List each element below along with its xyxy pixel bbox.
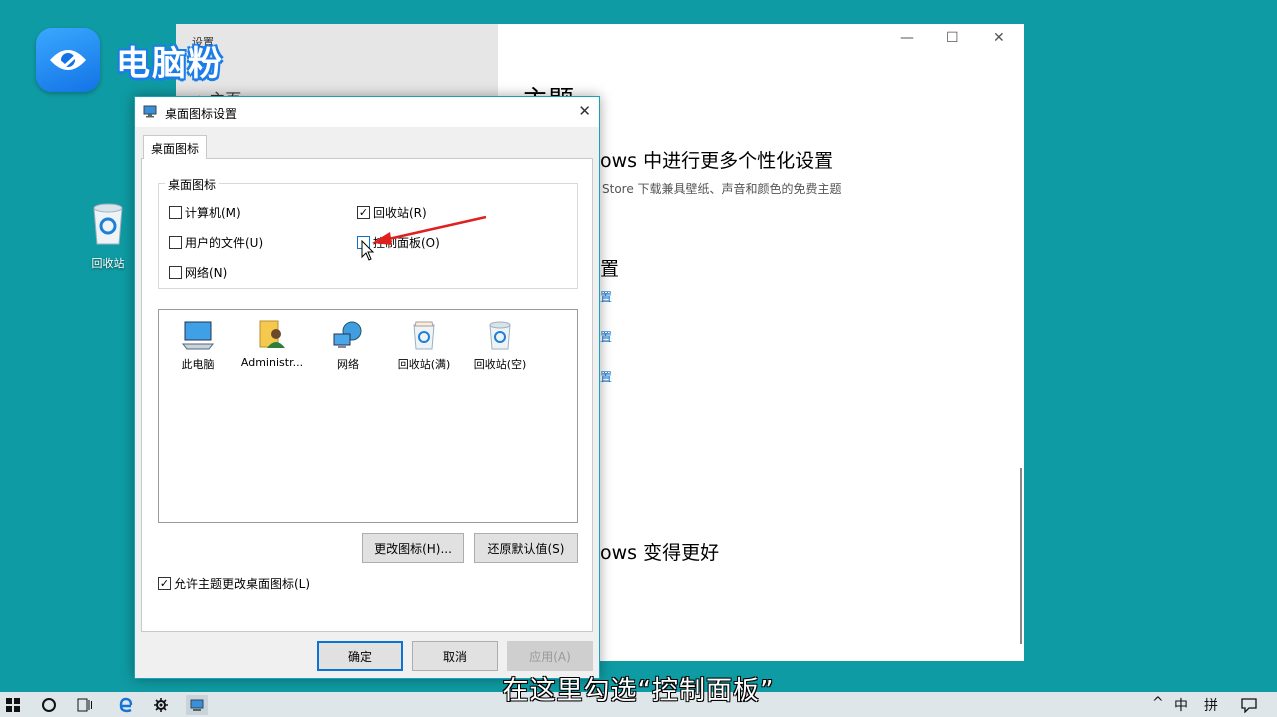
restore-default-button[interactable]: 还原默认值(S) bbox=[474, 533, 578, 563]
apply-button: 应用(A) bbox=[507, 641, 593, 671]
computer-icon bbox=[181, 321, 215, 350]
logo-text: 电脑粉 bbox=[116, 43, 224, 84]
watermark-logo: 电脑粉 bbox=[36, 28, 224, 92]
checkbox-box[interactable] bbox=[169, 206, 182, 219]
tab-desktop-icons[interactable]: 桌面图标 bbox=[143, 135, 208, 159]
checkbox-label: 允许主题更改桌面图标(L) bbox=[174, 577, 311, 591]
section-heading-feedback: ows 变得更好 bbox=[600, 542, 720, 564]
recycle-bin-empty-icon bbox=[489, 321, 511, 350]
list-item[interactable]: Administr... bbox=[237, 314, 307, 369]
scrollbar[interactable] bbox=[1020, 468, 1022, 644]
desktop-icon-label: 回收站 bbox=[91, 257, 125, 270]
desktop-icon-settings-dialog: 桌面图标设置 ✕ 桌面图标 桌面图标 计算机(M) ✓ 回收站(R) 用户的文件… bbox=[134, 96, 600, 679]
dialog-title: 桌面图标设置 bbox=[165, 107, 238, 121]
checkbox-box-checked[interactable]: ✓ bbox=[357, 206, 370, 219]
list-item[interactable]: 回收站(空) bbox=[465, 314, 535, 372]
group-label: 桌面图标 bbox=[165, 176, 220, 193]
related-link-1[interactable]: 置 bbox=[600, 288, 612, 305]
related-link-2[interactable]: 置 bbox=[600, 328, 612, 345]
recycle-bin-icon bbox=[93, 203, 123, 245]
related-link-3[interactable]: 置 bbox=[600, 368, 612, 385]
recycle-bin-full-icon bbox=[413, 321, 435, 350]
checkbox-user-files[interactable]: 用户的文件(U) bbox=[169, 234, 263, 251]
dialog-close-button[interactable]: ✕ bbox=[578, 102, 591, 120]
cancel-button[interactable]: 取消 bbox=[412, 641, 498, 671]
user-folder-icon bbox=[259, 320, 285, 348]
checkbox-allow-themes[interactable]: ✓ 允许主题更改桌面图标(L) bbox=[158, 575, 310, 592]
monitor-icon bbox=[143, 105, 157, 118]
checkbox-box[interactable] bbox=[169, 236, 182, 249]
checkbox-computer[interactable]: 计算机(M) bbox=[169, 204, 241, 221]
icon-caption: 网络 bbox=[337, 358, 359, 371]
change-icon-button[interactable]: 更改图标(H)... bbox=[362, 533, 464, 563]
icon-caption: 此电脑 bbox=[181, 358, 215, 371]
icon-list[interactable]: 此电脑 Administr... 网络 回收站(满) 回收站(空) bbox=[158, 309, 578, 523]
dialog-titlebar[interactable]: 桌面图标设置 ✕ bbox=[135, 97, 599, 127]
list-item[interactable]: 回收站(满) bbox=[389, 314, 459, 372]
ok-button[interactable]: 确定 bbox=[317, 641, 403, 671]
checkbox-label: 计算机(M) bbox=[185, 206, 241, 220]
checkbox-box[interactable] bbox=[169, 266, 182, 279]
tab-panel: 桌面图标 计算机(M) ✓ 回收站(R) 用户的文件(U) 控制面板(O) 网络… bbox=[141, 158, 593, 632]
checkbox-label: 网络(N) bbox=[185, 266, 228, 280]
icon-caption: 回收站(空) bbox=[473, 358, 527, 371]
video-subtitle: 在这里勾选“控制面板” bbox=[502, 676, 775, 706]
desktop-icons-group: 桌面图标 计算机(M) ✓ 回收站(R) 用户的文件(U) 控制面板(O) 网络… bbox=[158, 176, 578, 289]
logo-eye-icon bbox=[36, 28, 100, 92]
annotation-arrow-icon bbox=[372, 215, 487, 245]
mouse-pointer-icon bbox=[361, 240, 375, 261]
section-subtext-store: Store 下载兼具壁纸、声音和颜色的免费主题 bbox=[602, 182, 842, 196]
desktop-recycle-bin[interactable]: 回收站 bbox=[84, 202, 132, 271]
list-item[interactable]: 此电脑 bbox=[163, 314, 233, 372]
network-icon bbox=[333, 321, 362, 348]
section-heading-personalize: ows 中进行更多个性化设置 bbox=[600, 150, 834, 172]
checkbox-box-checked[interactable]: ✓ bbox=[158, 577, 171, 590]
checkbox-label: 用户的文件(U) bbox=[185, 236, 264, 250]
checkbox-network[interactable]: 网络(N) bbox=[169, 264, 227, 281]
section-heading-related: 置 bbox=[600, 258, 620, 280]
icon-caption: Administr... bbox=[240, 356, 304, 369]
icon-caption: 回收站(满) bbox=[397, 358, 451, 371]
list-item[interactable]: 网络 bbox=[313, 314, 383, 372]
